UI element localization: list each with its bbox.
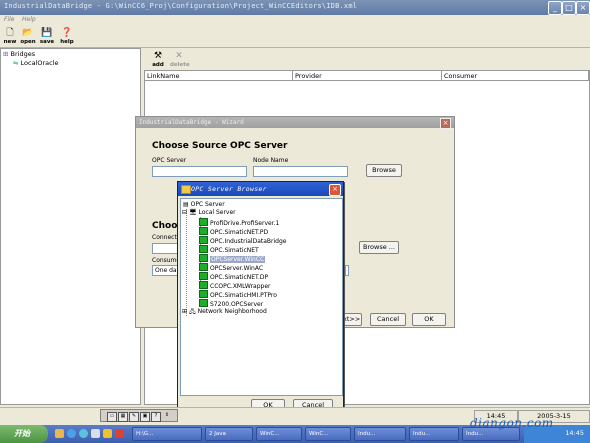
add-icon: ⚒	[153, 51, 163, 61]
task-button[interactable]: WinC...	[305, 427, 351, 441]
quicklaunch-icon[interactable]	[55, 429, 64, 438]
expand-icon: ⊞	[182, 308, 188, 315]
browser-close-button[interactable]: ×	[329, 184, 341, 196]
wizard-cancel-button[interactable]: Cancel	[370, 313, 406, 326]
wizard-close-button[interactable]: ×	[440, 118, 451, 129]
start-button[interactable]: 开始	[0, 425, 48, 443]
maximize-button[interactable]: □	[562, 1, 576, 15]
connection-input[interactable]	[152, 243, 180, 254]
menu-file[interactable]: File	[4, 16, 14, 23]
folder-icon[interactable]	[103, 429, 112, 438]
computer-icon: ▤	[183, 201, 189, 208]
opc-server-browser-dialog: OPC Server Browser × ▤ OPC Server ⊟ 🖥 Lo…	[177, 181, 344, 415]
tray-icon[interactable]: ✎	[129, 412, 139, 422]
opc-server-icon	[199, 272, 208, 280]
node-name-label: Node Name	[253, 157, 289, 164]
wizard-title: IndustrialDataBridge - Wizard	[136, 117, 454, 128]
window-title: IndustrialDataBridge - G:\WinCC6_Proj\Co…	[4, 2, 358, 10]
tray-icon[interactable]: ▣	[140, 412, 150, 422]
task-button[interactable]: WinC...	[256, 427, 302, 441]
column-provider[interactable]: Provider	[293, 71, 442, 81]
consumer-label: Consume	[152, 257, 181, 264]
help-button[interactable]: ❓ help	[58, 27, 76, 47]
tree-node-local-server[interactable]: ⊟ 🖥 Local Server	[182, 209, 236, 217]
ie-icon[interactable]	[67, 429, 76, 438]
tray-arrows-icon[interactable]: ⇕	[163, 412, 171, 420]
browser-title: OPC Server Browser	[178, 182, 343, 196]
wizard-ok-button[interactable]: OK	[412, 313, 446, 326]
desktop-icon[interactable]	[91, 429, 100, 438]
opc-server-icon	[199, 218, 208, 226]
opc-server-input[interactable]	[152, 166, 247, 177]
mini-tray: ▭ ▦ ✎ ▣ ? ⇕	[100, 409, 178, 422]
opc-server-icon	[199, 227, 208, 235]
opc-server-icon	[199, 245, 208, 253]
opc-server-tree[interactable]: ▤ OPC Server ⊟ 🖥 Local Server ProfiDrive…	[180, 198, 343, 396]
browse-button[interactable]: Browse	[366, 164, 402, 177]
tray-help-icon[interactable]: ?	[151, 412, 161, 422]
consumer-select[interactable]: One da	[152, 265, 180, 276]
bridge-tree[interactable]: ⊞ Bridges ⇋ LocalOracle	[0, 48, 141, 405]
browse-connection-button[interactable]: Browse ...	[359, 241, 399, 254]
close-button[interactable]: ×	[576, 1, 590, 15]
app-icon[interactable]	[115, 429, 124, 438]
open-folder-icon: 📂	[22, 28, 34, 38]
column-consumer[interactable]: Consumer	[442, 71, 589, 81]
bridges-icon: ⊞	[3, 50, 9, 58]
link-toolbar: ⚒ add ✕ delete	[144, 48, 590, 70]
add-link-button[interactable]: ⚒ add	[149, 50, 167, 70]
main-title-bar: IndustrialDataBridge - G:\WinCC6_Proj\Co…	[0, 0, 590, 15]
server-icon: 🖥	[188, 209, 197, 216]
tree-item-bridges[interactable]: ⊞ Bridges	[3, 50, 35, 58]
menu-bar: File Help	[0, 15, 590, 26]
network-icon: 🖧	[188, 308, 196, 315]
task-button[interactable]: H:\G...	[132, 427, 202, 441]
next-button[interactable]: xt>>	[342, 313, 362, 326]
new-file-icon: 🗋	[6, 28, 14, 38]
link-icon: ⇋	[13, 59, 19, 67]
delete-link-button[interactable]: ✕ delete	[170, 50, 190, 70]
help-icon: ❓	[61, 28, 73, 38]
opc-server-icon	[199, 254, 208, 262]
minimize-button[interactable]: _	[548, 1, 562, 15]
task-button[interactable]: 2 Java	[205, 427, 253, 441]
tree-node-opc-server[interactable]: ▤ OPC Server	[183, 201, 225, 209]
task-button[interactable]: Indu...	[409, 427, 459, 441]
toolbar: 🗋 new 📂 open 💾 save ❓ help	[0, 26, 590, 48]
opc-server-icon	[199, 299, 208, 307]
tray-icon[interactable]: ▦	[118, 412, 128, 422]
new-button[interactable]: 🗋 new	[1, 27, 19, 47]
tree-node-network-neighborhood[interactable]: ⊞ 🖧 Network Neighborhood	[182, 308, 267, 316]
tree-item-localoracle[interactable]: ⇋ LocalOracle	[13, 59, 59, 67]
delete-icon: ✕	[175, 51, 183, 61]
folder-icon	[181, 185, 191, 194]
watermark: diangon.com	[470, 416, 554, 430]
source-heading: Choose Source OPC Server	[152, 141, 288, 151]
collapse-icon: ⊟	[182, 209, 188, 216]
task-button[interactable]: Indu...	[354, 427, 406, 441]
menu-help[interactable]: Help	[22, 16, 36, 23]
consumer-select-edge	[345, 265, 349, 276]
tray-clock: 14:45	[565, 429, 584, 437]
media-icon[interactable]	[79, 429, 88, 438]
column-linkname[interactable]: LinkName	[145, 71, 293, 81]
node-name-input[interactable]	[253, 166, 348, 177]
opc-server-icon	[199, 281, 208, 289]
opc-server-icon	[199, 236, 208, 244]
opc-server-icon	[199, 290, 208, 298]
open-button[interactable]: 📂 open	[19, 27, 37, 47]
save-disk-icon: 💾	[41, 28, 53, 38]
save-button[interactable]: 💾 save	[38, 27, 56, 47]
tray-icon[interactable]: ▭	[107, 412, 117, 422]
opc-server-icon	[199, 263, 208, 271]
opc-server-label: OPC Server	[152, 157, 187, 164]
